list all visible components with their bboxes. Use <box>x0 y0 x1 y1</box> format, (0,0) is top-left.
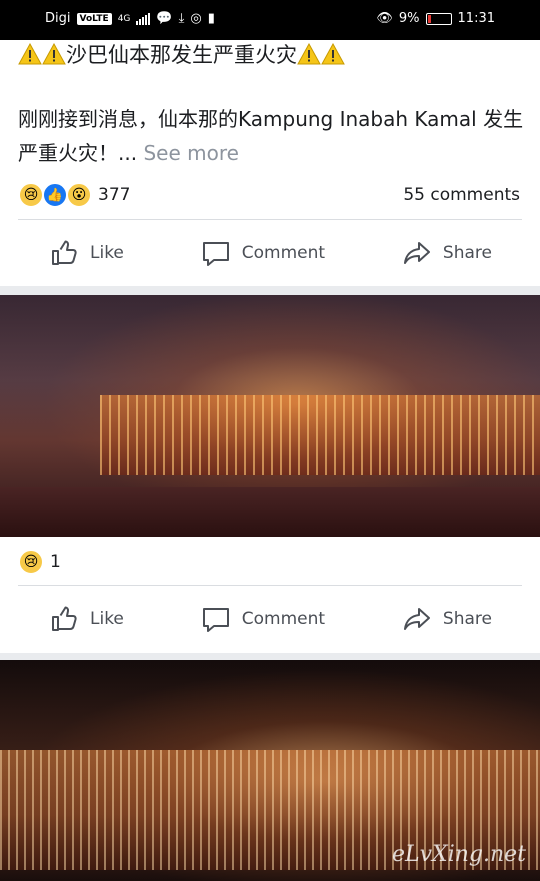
comment-label: Comment <box>241 243 326 263</box>
share-label: Share <box>442 243 492 263</box>
signal-icon <box>136 12 151 25</box>
time-label: 11:31 <box>457 11 495 26</box>
status-left: Digi VoLTE 4G 💬 ⤓ ◎ ▮ <box>45 11 215 26</box>
divider <box>18 219 522 220</box>
post-title: 沙巴仙本那发生严重火灾 <box>18 40 345 70</box>
share-button[interactable]: Share <box>401 603 492 635</box>
warning-icon <box>321 42 345 65</box>
post-body-text: 刚刚接到消息，仙本那的Kampung Inabah Kamal 发生严重火灾！.… <box>18 107 524 165</box>
photo-reaction-summary[interactable]: 😢 1 <box>18 547 61 577</box>
divider <box>18 585 522 586</box>
comment-icon <box>202 242 229 266</box>
battery-label: 9% <box>398 11 420 26</box>
post-card: 沙巴仙本那发生严重火灾 刚刚接到消息，仙本那的Kampung Inabah Ka… <box>0 40 540 286</box>
like-label: Like <box>90 243 124 263</box>
warning-icon <box>297 42 321 65</box>
fire-photo[interactable] <box>0 295 540 537</box>
post-title-text: 沙巴仙本那发生严重火灾 <box>66 43 297 67</box>
status-right: 👁 9% 11:31 <box>376 11 495 26</box>
like-button[interactable]: Like <box>48 603 124 635</box>
share-icon <box>403 242 430 264</box>
like-label: Like <box>90 609 124 629</box>
photo-actions: Like Comment Share <box>0 589 540 649</box>
comment-button[interactable]: Comment <box>200 603 325 635</box>
photo-reaction-count: 1 <box>50 552 61 572</box>
comment-button[interactable]: Comment <box>200 237 325 269</box>
thumbs-up-icon <box>52 606 77 631</box>
reaction-count: 377 <box>98 185 131 205</box>
post-actions: Like Comment Share <box>0 223 540 283</box>
warning-icon <box>18 42 42 65</box>
like-button[interactable]: Like <box>48 237 124 269</box>
watermark: eLvXing.net <box>391 842 526 867</box>
sad-reaction-icon: 😢 <box>18 549 44 575</box>
eye-icon: 👁 <box>376 11 393 26</box>
network-label: 4G <box>117 13 131 24</box>
fire-photo[interactable]: eLvXing.net <box>0 660 540 881</box>
see-more-link[interactable]: See more <box>143 141 238 165</box>
comment-icon <box>202 608 229 632</box>
share-icon <box>403 608 430 630</box>
wechat-icon: 💬 <box>156 11 173 26</box>
sync-icon: ◎ <box>190 11 202 26</box>
thumbs-up-icon <box>52 240 77 265</box>
comment-label: Comment <box>241 609 326 629</box>
status-bar: Digi VoLTE 4G 💬 ⤓ ◎ ▮ 👁 9% 11:31 <box>0 0 540 40</box>
download-icon: ⤓ <box>178 11 185 26</box>
sad-reaction-icon: 😢 <box>18 182 44 208</box>
wow-reaction-icon: 😮 <box>66 182 92 208</box>
carrier-label: Digi <box>45 11 71 26</box>
foreground-ground <box>0 487 540 537</box>
volte-badge: VoLTE <box>76 12 112 25</box>
sim-icon: ▮ <box>207 11 215 26</box>
comments-count-link[interactable]: 55 comments <box>403 185 520 205</box>
share-label: Share <box>442 609 492 629</box>
photo-reaction-card: 😢 1 Like Comment Share <box>0 537 540 653</box>
warning-icon <box>42 42 66 65</box>
burning-debris <box>100 395 540 475</box>
post-body: 刚刚接到消息，仙本那的Kampung Inabah Kamal 发生严重火灾！.… <box>18 102 528 170</box>
battery-icon <box>425 12 452 25</box>
like-reaction-icon: 👍 <box>42 182 68 208</box>
share-button[interactable]: Share <box>401 237 492 269</box>
reaction-summary[interactable]: 😢 👍 😮 377 <box>18 180 130 210</box>
